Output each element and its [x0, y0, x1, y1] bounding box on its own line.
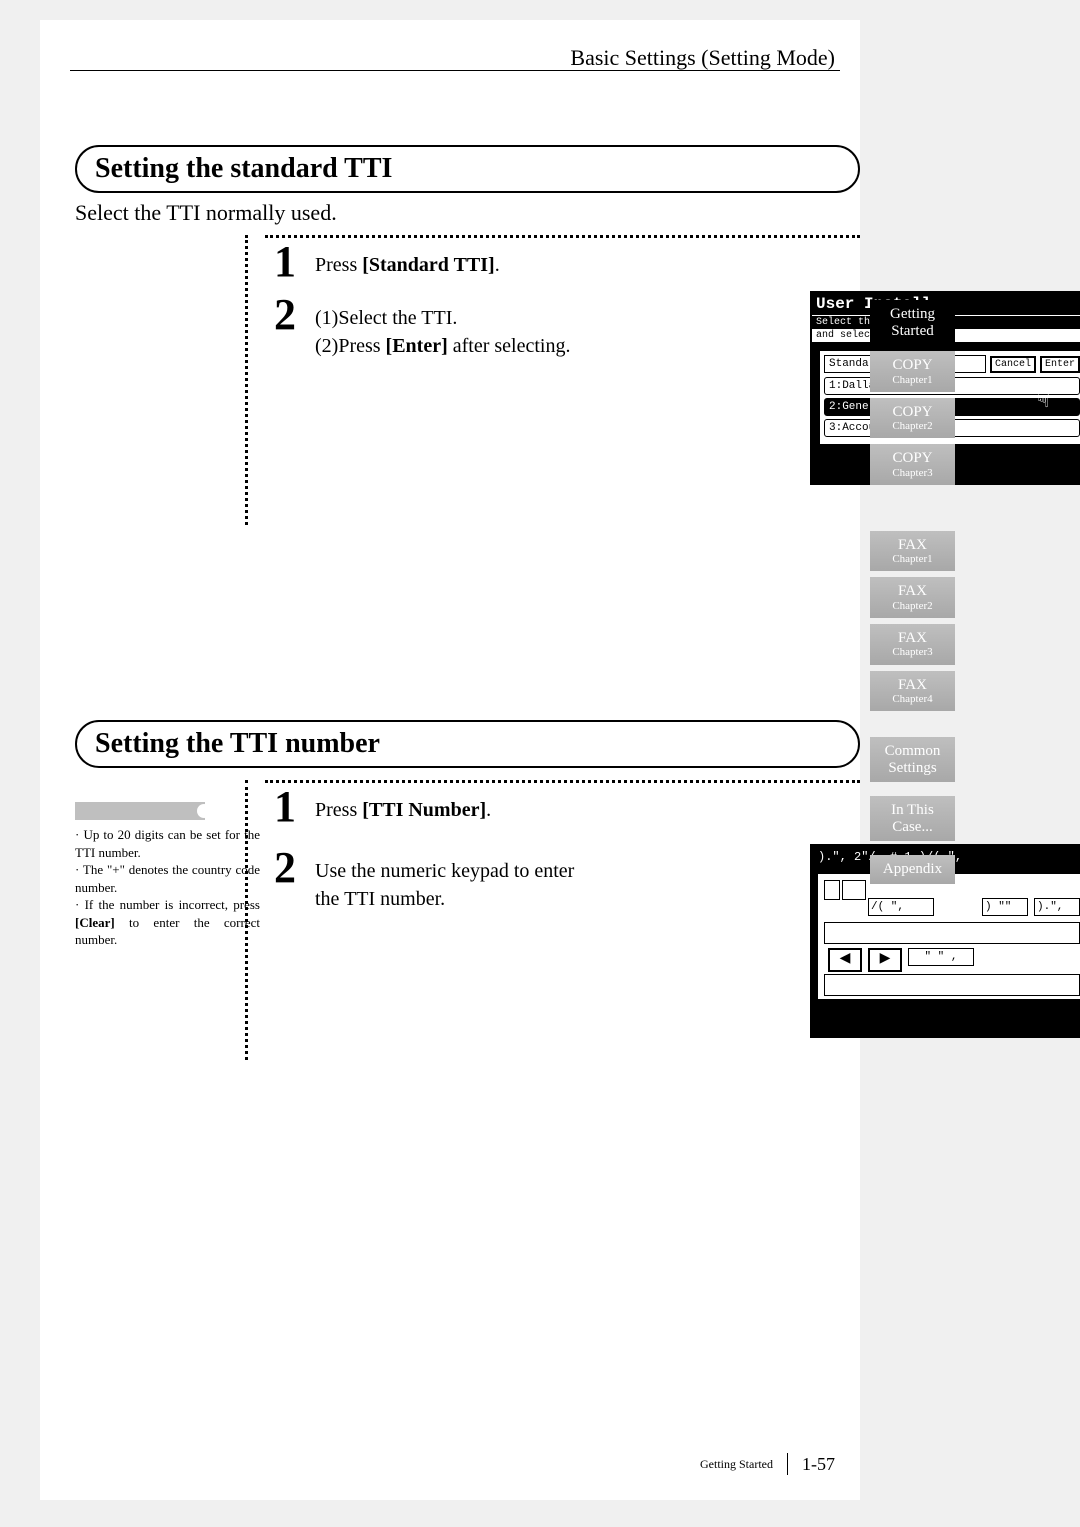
step-number: 2	[265, 842, 305, 893]
step-bold: [Standard TTI]	[362, 254, 494, 276]
step-number: 1	[265, 781, 305, 832]
dotted-top-2	[265, 780, 860, 783]
tab-fax-1[interactable]: FAXChapter1	[870, 531, 955, 572]
screen2-bottom	[824, 974, 1080, 996]
step-2-1: 1 Press [TTI Number].	[265, 791, 875, 824]
arrow-right-button[interactable]: ▶	[868, 948, 902, 972]
sidebar-tabs: Getting Started COPYChapter1 COPYChapter…	[870, 300, 955, 890]
tab-getting-started[interactable]: Getting Started	[870, 300, 955, 345]
step-line2-bold: [Enter]	[386, 335, 448, 357]
step-1-1: 1 Press [Standard TTI].	[265, 246, 875, 279]
step-bold: [TTI Number]	[362, 799, 486, 821]
heading-standard-tti: Setting the standard TTI	[75, 145, 860, 193]
tab-fax-3[interactable]: FAXChapter3	[870, 624, 955, 665]
footer-page-number: 1-57	[802, 1454, 835, 1475]
tab-fax-4[interactable]: FAXChapter4	[870, 671, 955, 712]
document-page: Basic Settings (Setting Mode) Setting th…	[40, 20, 860, 1500]
steps-area-1: 1 Press [Standard TTI]. 2 (1)Select the …	[265, 235, 875, 380]
screen2-box2	[842, 880, 866, 900]
screen2-lower: " " ,	[908, 948, 974, 966]
screen2-btn2[interactable]: ).",	[1034, 898, 1080, 916]
tab-copy-2[interactable]: COPYChapter2	[870, 398, 955, 439]
note-2: · The "+" denotes the country code numbe…	[75, 861, 260, 896]
page-header: Basic Settings (Setting Mode)	[570, 45, 835, 71]
tab-fax-2[interactable]: FAXChapter2	[870, 577, 955, 618]
step-text: Press	[315, 799, 362, 821]
step-number: 1	[265, 236, 305, 287]
screen2-wide	[824, 922, 1080, 944]
step-number: 2	[265, 289, 305, 340]
pointer-hand-icon: ☟	[1037, 388, 1050, 414]
dotted-side-1	[245, 235, 248, 525]
footer-section: Getting Started	[700, 1457, 773, 1472]
footer-divider	[787, 1453, 788, 1475]
screen2-field: /( ",	[868, 898, 934, 916]
step-2-2: 2 Use the numeric keypad to enter the TT…	[265, 852, 875, 913]
arrow-left-button[interactable]: ◀	[828, 948, 862, 972]
note-3: · If the number is incorrect, press [Cle…	[75, 896, 260, 949]
page-footer: Getting Started 1-57	[700, 1453, 835, 1475]
steps-area-2: 1 Press [TTI Number]. 2 Use the numeric …	[265, 780, 875, 933]
step-line2-post: after selecting.	[448, 335, 571, 357]
step-post: .	[495, 254, 500, 276]
step-line2-pre: (2)Press	[315, 335, 386, 357]
cancel-button[interactable]: Cancel	[990, 356, 1036, 373]
enter-button[interactable]: Enter	[1040, 356, 1080, 373]
tab-common-settings[interactable]: Common Settings	[870, 737, 955, 782]
step-1-2: 2 (1)Select the TTI. (2)Press [Enter] af…	[265, 299, 875, 360]
header-rule	[70, 70, 840, 71]
step-line1: (1)Select the TTI.	[315, 304, 875, 332]
step-text: Use the numeric keypad to enter the TTI …	[315, 852, 595, 913]
intro-text-1: Select the TTI normally used.	[75, 200, 337, 226]
tab-copy-1[interactable]: COPYChapter1	[870, 351, 955, 392]
dotted-top-1	[265, 235, 860, 238]
tab-copy-3[interactable]: COPYChapter3	[870, 444, 955, 485]
screen2-box1	[824, 880, 840, 900]
tab-appendix[interactable]: Appendix	[870, 855, 955, 884]
step-post: .	[486, 799, 491, 821]
screen2-btn1[interactable]: ) ""	[982, 898, 1028, 916]
side-notes: · Up to 20 digits can be set for the TTI…	[75, 802, 260, 949]
heading-tti-number: Setting the TTI number	[75, 720, 860, 768]
note-1: · Up to 20 digits can be set for the TTI…	[75, 826, 260, 861]
tab-in-this-case[interactable]: In This Case...	[870, 796, 955, 841]
note-bar-icon	[75, 802, 205, 820]
dotted-side-2	[245, 780, 248, 1060]
step-text: Press	[315, 254, 362, 276]
